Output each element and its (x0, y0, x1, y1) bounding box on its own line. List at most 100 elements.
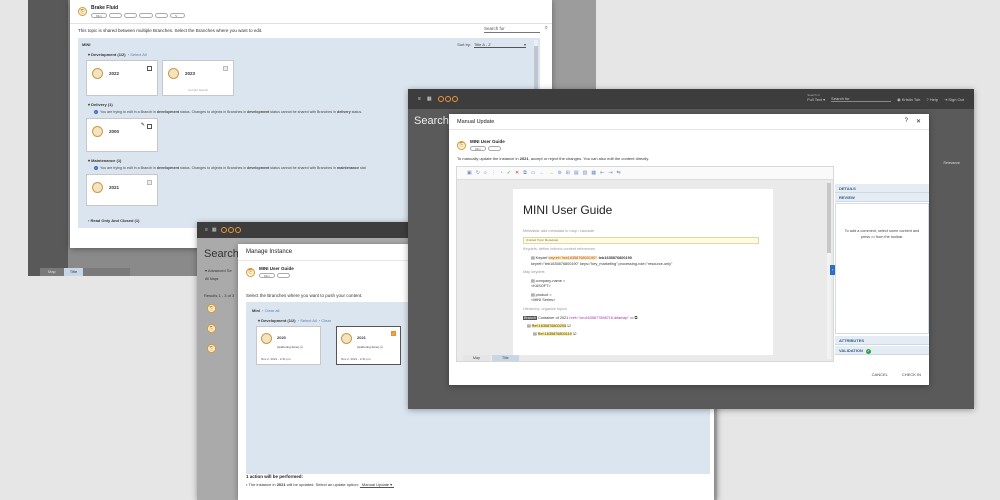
details-header[interactable]: DETAILS (835, 184, 929, 193)
branch-year: 2023 (185, 71, 196, 76)
section-maintenance[interactable]: ▾ Maintenance (1) (88, 158, 121, 163)
update-description: To manually update the instance in 2021,… (457, 156, 650, 161)
section-readonly[interactable]: › Read Only And Closed (1) (88, 218, 139, 223)
more-icon[interactable]: ⋮ (491, 170, 496, 176)
branch-avatar (92, 182, 103, 193)
redo-icon[interactable]: → (549, 170, 554, 176)
indent-icon[interactable]: ⇤ (600, 170, 604, 176)
edit-icon[interactable]: ✎ (141, 122, 145, 128)
accept-icon[interactable]: ✓ (507, 170, 511, 176)
xml-editor: ▣ ↻ ⌕ ⋮ ◔ ✓ ✕ ⧉ ▭ ← → ⊚ ⊞ ▤ ▥ ▦ ⇤ ⇥ ⇆ MI… (456, 166, 834, 362)
branch-checkbox[interactable] (147, 180, 152, 185)
reject-icon[interactable]: ✕ (515, 170, 519, 176)
attributes-header[interactable]: ATTRIBUTES (835, 336, 929, 345)
document-canvas[interactable]: MINI User Guide Metadata: add metadata t… (513, 189, 773, 355)
branch-search-input[interactable]: Search for ⌕ (484, 25, 548, 33)
product-keydef[interactable]: ▤ product = (531, 292, 552, 297)
find-icon[interactable]: ⌕ (484, 170, 487, 176)
scrollbar-thumb[interactable] (827, 183, 831, 253)
update-option-select[interactable]: Manual Update ▾ (359, 482, 395, 488)
validation-header[interactable]: VALIDATION ✓ (835, 346, 929, 355)
sort-select[interactable]: Title A - Z ▾ (474, 42, 526, 48)
select-all-link[interactable]: Select All (300, 318, 316, 323)
background-app-tabs: Map Title (40, 268, 130, 276)
shared-topic-note: This topic is shared between multiple Br… (78, 28, 263, 33)
menu-icon[interactable]: ≡ (418, 96, 421, 102)
action-summary: • The instance in 2021 will be updated. … (246, 482, 395, 488)
grid-icon[interactable]: ▦ (427, 96, 432, 102)
topbar-search-input[interactable]: Search for (831, 96, 892, 102)
menu-icon[interactable]: ≡ (205, 227, 208, 233)
branch-checkbox[interactable] (147, 66, 152, 71)
doc-icon[interactable]: ▤ (574, 170, 579, 176)
company-value: <KASOFT> (531, 284, 551, 288)
branch-card-2000[interactable]: 2000 ✎ (86, 118, 158, 152)
branch-checkbox[interactable] (147, 124, 152, 129)
user-icon[interactable]: ◉ Kristin Toh (897, 97, 920, 102)
grid-icon[interactable]: ▦ (212, 227, 217, 233)
compare-icon[interactable]: ⧉ (523, 170, 527, 176)
filter-chip[interactable]: All Maps (205, 277, 218, 281)
pill (108, 13, 122, 18)
refresh-icon[interactable]: ↻ (476, 170, 480, 176)
instance-card-2020[interactable]: 2020 (Authoring done) ☑ Nov 2, 2021 - 2:… (256, 326, 321, 365)
review-header[interactable]: REVIEW (835, 193, 929, 202)
branch-checkbox-checked[interactable]: ✓ (391, 331, 396, 336)
topbar-search: Search In Full Text ▾ Search for ◉ Kristi… (807, 93, 964, 102)
check-in-button[interactable]: CHECK IN (902, 372, 921, 377)
search-icon[interactable]: ⌕ (545, 25, 548, 32)
help-icon[interactable]: ? (905, 118, 908, 125)
branch-container-line[interactable]: Branch Container of 2021 href="ceo163587… (523, 315, 637, 320)
close-icon[interactable]: ✕ (916, 118, 921, 125)
section-development[interactable]: ▾ Development (1/2) · Select All (88, 52, 147, 57)
save-icon[interactable]: ▣ (467, 170, 472, 176)
cancel-button[interactable]: CANCEL (872, 372, 888, 377)
select-all-link[interactable]: Select All (130, 52, 146, 57)
section-development[interactable]: ▾ Development (1/2) · Select All · Clear (258, 318, 331, 323)
topic-header: ⎘ MINI User Guide Mini (457, 139, 505, 151)
tab-title[interactable]: Title (63, 268, 84, 276)
advanced-search-toggle[interactable]: ▾ Advanced Se (205, 268, 232, 273)
branch-year: 2021 (357, 335, 366, 340)
chevron-down-icon: ▾ (523, 42, 526, 47)
section-delivery[interactable]: ▾ Delivery (1) (88, 102, 113, 107)
branch-status: (Authoring done) ☑ (357, 345, 383, 349)
results-count: Results 1 - 3 of 3 (204, 293, 235, 298)
track-icon[interactable]: ⊚ (558, 170, 562, 176)
branch-card-2022[interactable]: 2022 (86, 60, 158, 96)
section-delivery-label: Delivery (1) (91, 102, 113, 107)
doc2-icon[interactable]: ▥ (583, 170, 588, 176)
insert-icon[interactable]: ⊞ (566, 170, 570, 176)
search-scope[interactable]: Full Text (807, 97, 822, 102)
review-icon[interactable]: ◔ (500, 170, 503, 176)
tab-map[interactable]: Map (42, 268, 62, 276)
tab-title[interactable]: Title (492, 355, 519, 361)
topicref-2[interactable]: ▤ Ref:1635876800119 ☑ (533, 331, 576, 336)
tab-map[interactable]: Map (463, 355, 490, 361)
outdent-icon[interactable]: ⇥ (608, 170, 612, 176)
undo-icon[interactable]: ← (540, 170, 545, 176)
sort-control[interactable]: Sort by: Title A - Z ▾ (457, 42, 526, 48)
sort-relevance[interactable]: Relevance (943, 161, 960, 165)
help-icon[interactable]: ? Help (926, 97, 938, 102)
company-keydef[interactable]: ▤ company-name = (531, 278, 565, 283)
doc3-icon[interactable]: ▦ (591, 170, 596, 176)
topic-icon: ⎘ (457, 140, 466, 150)
clear-link[interactable]: Clear (321, 318, 331, 323)
instance-card-2021[interactable]: 2021 (Authoring done) ☑ Nov 2, 2021 - 2:… (336, 326, 401, 365)
push-description: Select the Branches where you want to pu… (246, 293, 363, 298)
folded-metadata[interactable]: (Folded Topic Metadata) (523, 237, 759, 244)
topicref-1[interactable]: ▤ Ref:1635876800205 ☑ (527, 323, 571, 328)
keydef-line[interactable]: ▤ Keydef keyref="teb1635876800190": teb1… (531, 255, 632, 260)
current-branch-label: Current branch (187, 88, 208, 92)
branch-card-2023: 2023 Current branch (162, 60, 234, 96)
check-icon: ✓ (865, 349, 871, 354)
branch-checkbox-disabled (223, 66, 228, 71)
branch-card-2021[interactable]: 2021 (86, 174, 158, 206)
comment-icon[interactable]: ▭ (531, 170, 536, 176)
move-icon[interactable]: ⇆ (617, 170, 621, 176)
signout-icon[interactable]: ⇥ Sign Out (944, 97, 964, 102)
status-icon: ☑ (380, 345, 383, 349)
chevron-down-icon: ▾ (390, 482, 393, 487)
clear-all-link[interactable]: Clear all (265, 308, 280, 313)
